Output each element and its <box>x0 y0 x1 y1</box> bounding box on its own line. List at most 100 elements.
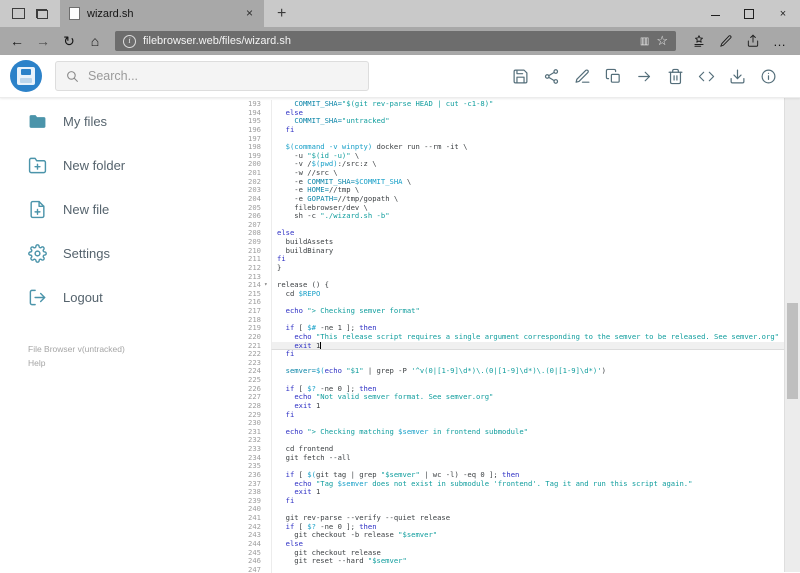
new-tab-button[interactable]: + <box>264 0 299 27</box>
save-button[interactable] <box>508 64 532 88</box>
reading-view-icon[interactable]: ▥ <box>640 36 649 47</box>
code-line[interactable]: 229 fi <box>235 410 785 420</box>
share-nodes-icon <box>544 68 558 84</box>
web-note-button[interactable] <box>713 29 739 53</box>
sidebar-item-new-file[interactable]: New file <box>0 187 235 231</box>
tab-title: wizard.sh <box>87 7 134 20</box>
sidebar-item-settings[interactable]: Settings <box>0 231 235 275</box>
fold-marker <box>264 298 271 307</box>
fold-marker <box>264 454 271 463</box>
fold-marker <box>264 264 271 273</box>
fold-marker <box>264 324 271 333</box>
scrollbar-thumb[interactable] <box>787 303 798 399</box>
download-button[interactable] <box>725 64 749 88</box>
address-bar[interactable]: i filebrowser.web/files/wizard.sh ▥ ☆ <box>115 31 676 51</box>
fold-marker <box>264 221 271 230</box>
fold-marker <box>264 411 271 420</box>
delete-button[interactable] <box>663 64 687 88</box>
fold-marker <box>264 385 271 394</box>
fold-marker <box>264 393 271 402</box>
code-line[interactable]: 217 echo "> Checking semver format" <box>235 306 785 316</box>
code-line[interactable]: 221 exit 1 <box>235 341 785 351</box>
pen-icon <box>720 35 732 47</box>
fold-marker[interactable]: ▾ <box>264 281 271 290</box>
code-line[interactable]: 215 cd $REPO <box>235 289 785 299</box>
code-editor[interactable]: 193 COMMIT_SHA="$(git rev-parse HEAD | c… <box>235 98 785 573</box>
code-line[interactable]: 207 <box>235 220 785 230</box>
page-favicon-icon <box>69 7 80 20</box>
page-scrollbar[interactable] <box>784 55 800 572</box>
sidebar-item-new-folder[interactable]: New folder <box>0 143 235 187</box>
folder-icon <box>29 114 46 128</box>
fold-marker <box>264 143 271 152</box>
code-line[interactable]: 228 exit 1 <box>235 401 785 411</box>
forward-button[interactable]: → <box>30 29 56 53</box>
browser-tab[interactable]: wizard.sh × <box>60 0 264 27</box>
info-icon <box>761 69 775 83</box>
code-line[interactable]: 222 fi <box>235 349 785 359</box>
search-input[interactable]: Search... <box>55 61 369 91</box>
fold-marker <box>264 488 271 497</box>
back-button[interactable]: ← <box>4 29 30 53</box>
code-line[interactable]: 246 git reset --hard "$semver" <box>235 556 785 566</box>
code-line[interactable]: 224 semver=$(echo "$1" | grep -P '^v(0|[… <box>235 367 785 376</box>
close-window-button[interactable]: × <box>766 0 800 27</box>
rename-button[interactable] <box>570 64 594 88</box>
gear-icon <box>28 243 47 263</box>
set-tabs-aside-icon[interactable] <box>12 8 25 19</box>
share-file-button[interactable] <box>539 64 563 88</box>
help-link[interactable]: Help <box>28 357 235 371</box>
code-line[interactable]: 231 echo "> Checking matching $semver in… <box>235 427 785 437</box>
home-button[interactable]: ⌂ <box>82 29 108 53</box>
hub-icon <box>694 35 704 47</box>
navigation-bar: ← → ↻ ⌂ i filebrowser.web/files/wizard.s… <box>0 27 800 55</box>
fold-marker <box>264 135 271 144</box>
filebrowser-logo[interactable] <box>10 60 42 92</box>
tabs-set-aside-icon[interactable] <box>36 8 48 19</box>
fold-marker <box>264 255 271 264</box>
code-line[interactable]: 234 git fetch --all <box>235 453 785 463</box>
move-button[interactable] <box>632 64 656 88</box>
fold-marker <box>264 350 271 359</box>
code-line[interactable]: 210 buildBinary <box>235 246 785 256</box>
sidebar-item-my-files[interactable]: My files <box>0 99 235 143</box>
logout-icon <box>29 289 46 305</box>
fold-marker <box>264 436 271 445</box>
info-button[interactable] <box>756 64 780 88</box>
hub-button[interactable] <box>686 29 712 53</box>
fold-marker <box>264 462 271 471</box>
view-source-button[interactable] <box>694 64 718 88</box>
add-favorite-star-icon[interactable]: ☆ <box>656 33 668 49</box>
share-button[interactable] <box>740 29 766 53</box>
minimize-window-button[interactable] <box>698 0 732 27</box>
code-line[interactable]: 239 fi <box>235 496 785 506</box>
fold-marker <box>264 359 271 368</box>
copy-button[interactable] <box>601 64 625 88</box>
site-info-icon[interactable]: i <box>123 34 136 48</box>
maximize-window-button[interactable] <box>732 0 766 27</box>
fold-marker <box>264 445 271 454</box>
search-placeholder: Search... <box>88 69 139 83</box>
code-line[interactable]: 206 sh -c "./wizard.sh -b" <box>235 211 785 221</box>
code-lines: 193 COMMIT_SHA="$(git rev-parse HEAD | c… <box>235 99 785 573</box>
code-line[interactable]: 196 fi <box>235 125 785 135</box>
app-header: Search... <box>0 55 800 98</box>
sidebar-item-logout[interactable]: Logout <box>0 275 235 319</box>
fold-marker <box>264 342 271 351</box>
fold-marker <box>264 290 271 299</box>
code-line[interactable]: 211 fi <box>235 254 785 264</box>
fold-marker <box>264 126 271 135</box>
fold-marker <box>264 212 271 221</box>
code-line[interactable]: 243 git checkout -b release "$semver" <box>235 530 785 540</box>
code-line[interactable]: 238 exit 1 <box>235 487 785 497</box>
refresh-button[interactable]: ↻ <box>56 29 82 53</box>
code-line[interactable]: 195 COMMIT_SHA="untracked" <box>235 116 785 126</box>
close-tab-icon[interactable]: × <box>244 0 255 27</box>
code-line[interactable]: 212} <box>235 263 785 273</box>
code-line[interactable]: 193 COMMIT_SHA="$(git rev-parse HEAD | c… <box>235 99 785 109</box>
more-button[interactable]: … <box>767 29 793 53</box>
file-plus-icon <box>30 200 45 218</box>
url-text[interactable]: filebrowser.web/files/wizard.sh <box>143 35 633 47</box>
fold-marker <box>264 497 271 506</box>
fold-marker <box>264 419 271 428</box>
